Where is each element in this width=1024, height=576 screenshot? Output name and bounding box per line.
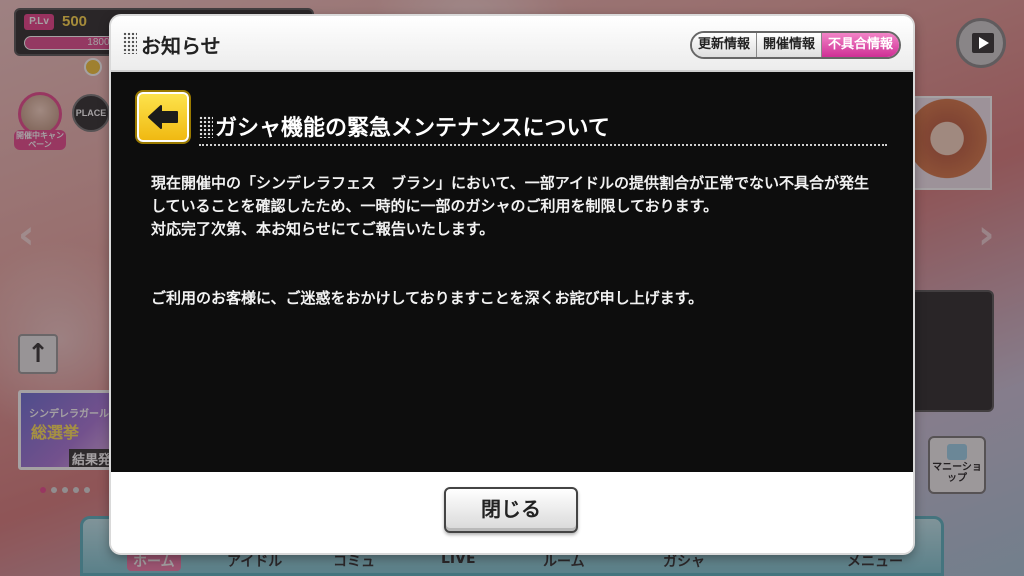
article-paragraph: 対応完了次第、本お知らせにてご報告いたします。 [151, 220, 495, 238]
notice-dialog: お知らせ 更新情報 開催情報 不具合情報 ガシャ機能の緊急メンテナンスについて … [111, 16, 913, 553]
title-divider [199, 144, 887, 146]
article-title: ガシャ機能の緊急メンテナンスについて [215, 116, 610, 141]
dots-grip-icon [199, 116, 213, 138]
close-button[interactable]: 閉じる [444, 487, 578, 533]
tab-events[interactable]: 開催情報 [756, 33, 822, 57]
dialog-title: お知らせ [141, 34, 221, 58]
tab-updates[interactable]: 更新情報 [691, 33, 757, 57]
dialog-body: ガシャ機能の緊急メンテナンスについて 現在開催中の「シンデレラフェス ブラン」に… [111, 72, 913, 472]
article-paragraph: 現在開催中の「シンデレラフェス ブラン」において、一部アイドルの提供割合が正常で… [151, 174, 870, 215]
tab-bug-info[interactable]: 不具合情報 [821, 33, 899, 57]
play-icon [979, 37, 989, 49]
dialog-header: お知らせ 更新情報 開催情報 不具合情報 [111, 16, 913, 72]
article-content: 現在開催中の「シンデレラフェス ブラン」において、一部アイドルの提供割合が正常で… [151, 172, 881, 310]
notice-tabs: 更新情報 開催情報 不具合情報 [689, 31, 901, 59]
back-button[interactable] [137, 92, 189, 142]
left-arrow-icon [148, 105, 178, 129]
dots-grip-icon [123, 32, 137, 54]
dialog-footer: 閉じる [111, 472, 913, 553]
article-paragraph: ご利用のお客様に、ご迷惑をおかけしておりますことを深くお詫び申し上げます。 [151, 289, 704, 307]
